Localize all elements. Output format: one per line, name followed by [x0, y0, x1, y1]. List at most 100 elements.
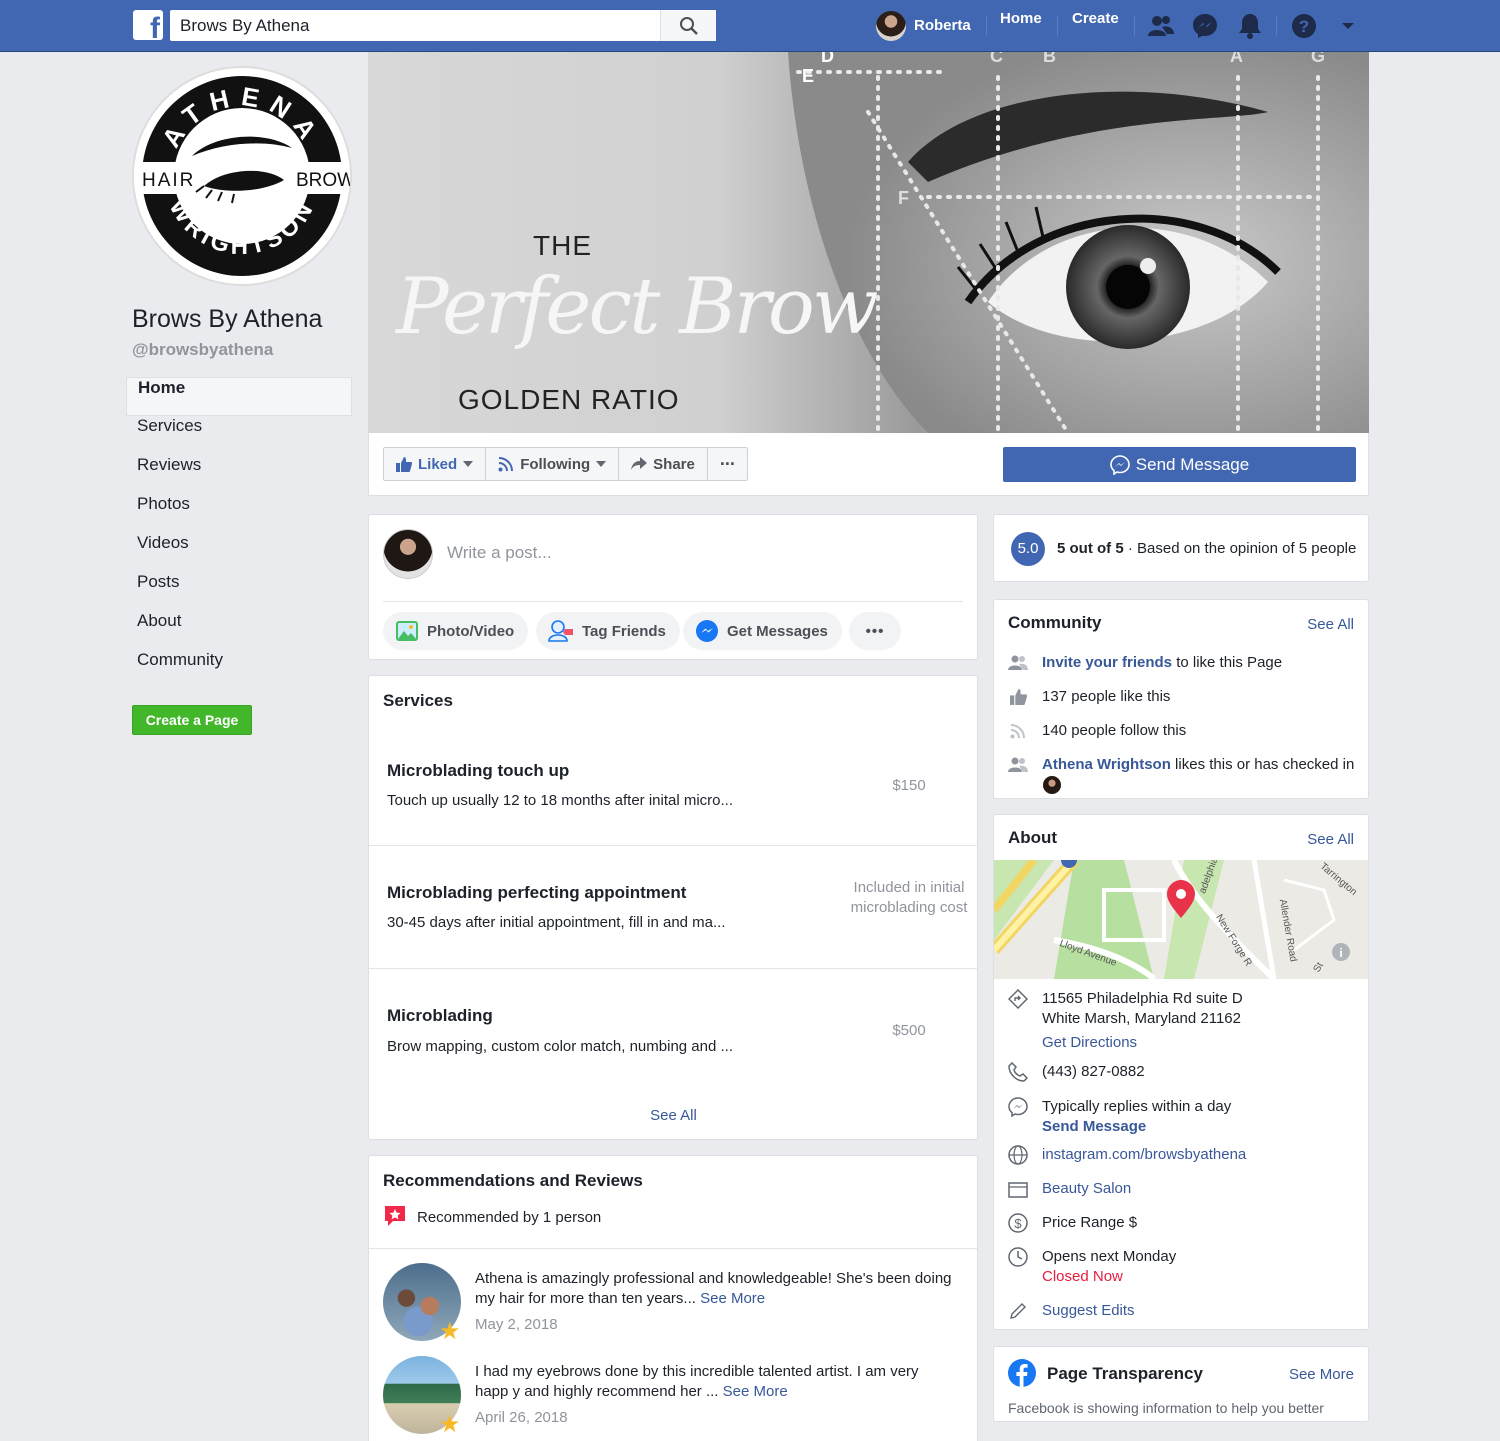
cover-photo[interactable]: THE Perfect Brow GOLDEN RATIO D E C B A … — [368, 52, 1369, 433]
service-description: 30-45 days after initial appointment, fi… — [387, 914, 726, 931]
avatar — [876, 10, 906, 41]
thumbs-up-icon — [396, 456, 412, 472]
suggest-edits-link[interactable]: Suggest Edits — [1042, 1301, 1135, 1321]
cover-script-title: Perfect Brow — [396, 262, 879, 352]
likes-count[interactable]: 137 people like this — [1042, 687, 1170, 707]
suggest-row: Suggest Edits — [1008, 1301, 1135, 1321]
follows-count[interactable]: 140 people follow this — [1042, 721, 1186, 741]
page-action-bar: Liked Following Share ··· Send Message — [368, 433, 1369, 496]
sidebar-item-photos[interactable]: Photos — [126, 494, 352, 533]
create-page-button[interactable]: Create a Page — [132, 705, 252, 735]
reviews-card: Recommendations and Reviews Recommended … — [368, 1155, 978, 1441]
account-menu-caret-icon[interactable] — [1334, 12, 1362, 40]
following-label: Following — [520, 455, 591, 473]
page-name[interactable]: Brows By Athena — [132, 305, 322, 334]
page-profile-picture[interactable]: ATHENA WRIGHTSON HAIR BROW — [132, 66, 355, 286]
sidebar-item-posts[interactable]: Posts — [126, 572, 352, 611]
list-item[interactable]: Microblading touch up Touch up usually 1… — [369, 729, 978, 846]
clock-icon — [1008, 1247, 1028, 1267]
sidebar-item-videos[interactable]: Videos — [126, 533, 352, 572]
friend-activity-text: likes this or has checked in — [1170, 756, 1355, 773]
home-link[interactable]: Home — [1000, 10, 1042, 41]
sidebar-item-community[interactable]: Community — [126, 650, 352, 689]
page-transparency-see-more[interactable]: See More — [1289, 1366, 1354, 1383]
svg-text:$: $ — [1014, 1216, 1022, 1231]
liked-label: Liked — [418, 455, 458, 473]
service-price: Included in initial microblading cost — [850, 879, 968, 916]
pencil-icon — [1008, 1301, 1028, 1321]
composer-more-button[interactable]: ••• — [849, 612, 901, 650]
messenger-icon — [1109, 454, 1130, 475]
thumbs-up-icon — [1008, 687, 1028, 707]
sidebar-item-home[interactable]: Home — [126, 377, 352, 416]
globe-icon — [1008, 1145, 1028, 1165]
review-date[interactable]: May 2, 2018 — [475, 1316, 558, 1333]
facebook-circle-icon — [1008, 1359, 1036, 1387]
star-icon: ★ — [439, 1318, 461, 1345]
community-title[interactable]: Community — [1008, 613, 1102, 633]
send-message-link[interactable]: Send Message — [1042, 1117, 1231, 1137]
address-line-1: 11565 Philadelphia Rd suite D — [1042, 990, 1243, 1007]
send-message-button[interactable]: Send Message — [1003, 447, 1356, 482]
following-button[interactable]: Following — [486, 448, 620, 480]
photo-video-button[interactable]: Photo/Video — [383, 612, 529, 650]
search-input[interactable] — [170, 10, 660, 41]
service-description: Brow mapping, custom color match, numbin… — [387, 1038, 733, 1055]
dollar-icon: $ — [1008, 1213, 1028, 1233]
page-navigation: Home Services Reviews Photos Videos Post… — [126, 377, 352, 689]
rating-card: 5.0 5 out of 5 · Based on the opinion of… — [993, 514, 1369, 582]
sidebar-item-services[interactable]: Services — [126, 416, 352, 455]
hours-row: Opens next Monday Closed Now — [1008, 1247, 1176, 1287]
directions-diamond-icon — [1008, 989, 1028, 1009]
phone-number[interactable]: (443) 827-0882 — [1042, 1062, 1145, 1082]
cover-letter: D — [821, 52, 834, 66]
tag-friends-icon — [548, 620, 573, 642]
page-handle[interactable]: @browsbyathena — [132, 340, 273, 360]
about-see-all-link[interactable]: See All — [1307, 831, 1354, 848]
avatar[interactable] — [1043, 776, 1061, 794]
category-link[interactable]: Beauty Salon — [1042, 1179, 1131, 1199]
top-navigation-bar: f Roberta Home Create ? — [0, 0, 1500, 52]
rss-follow-icon — [1008, 721, 1028, 741]
help-icon[interactable]: ? — [1290, 12, 1318, 40]
divider — [369, 1248, 977, 1249]
review-date[interactable]: April 26, 2018 — [475, 1409, 568, 1426]
see-more-link[interactable]: See More — [700, 1290, 765, 1307]
response-time: Typically replies within a day — [1042, 1098, 1232, 1115]
search-button[interactable] — [660, 10, 716, 41]
cover-heading: THE — [533, 230, 592, 261]
see-more-link[interactable]: See More — [723, 1383, 788, 1400]
sidebar-item-reviews[interactable]: Reviews — [126, 455, 352, 494]
friend-requests-icon[interactable] — [1147, 12, 1175, 40]
share-button[interactable]: Share — [619, 448, 708, 480]
create-link[interactable]: Create — [1072, 10, 1119, 41]
messenger-icon[interactable] — [1191, 12, 1219, 40]
rating-summary[interactable]: 5 out of 5 · Based on the opinion of 5 p… — [1057, 540, 1356, 557]
list-item[interactable]: Microblading Brow mapping, custom color … — [369, 969, 978, 1089]
notifications-bell-icon[interactable] — [1236, 12, 1264, 40]
facebook-logo-icon[interactable]: f — [133, 10, 163, 40]
services-see-all-link[interactable]: See All — [369, 1107, 978, 1124]
list-item[interactable]: Microblading perfecting appointment 30-4… — [369, 846, 978, 969]
rating-basis-text: · Based on the opinion of 5 people — [1123, 540, 1357, 557]
about-title[interactable]: About — [1008, 828, 1057, 848]
get-messages-button[interactable]: Get Messages — [683, 612, 842, 650]
website-link[interactable]: instagram.com/browsbyathena — [1042, 1145, 1246, 1165]
friend-name-link[interactable]: Athena Wrightson — [1042, 756, 1171, 773]
sidebar-item-about[interactable]: About — [126, 611, 352, 650]
write-post-input[interactable]: Write a post... — [447, 543, 552, 563]
location-map[interactable]: i Lloyd Avenue New Forge R Allender Road… — [994, 860, 1368, 979]
invite-friends-link[interactable]: Invite your friends — [1042, 654, 1172, 671]
service-price: $150 — [892, 777, 926, 794]
share-arrow-icon — [631, 457, 648, 470]
price-range: Price Range $ — [1042, 1214, 1138, 1231]
community-see-all-link[interactable]: See All — [1307, 616, 1354, 633]
opening-hours[interactable]: Opens next Monday — [1042, 1247, 1176, 1267]
liked-button[interactable]: Liked — [384, 448, 487, 480]
review-body: I had my eyebrows done by this incredibl… — [475, 1363, 919, 1400]
get-directions-link[interactable]: Get Directions — [1042, 1033, 1243, 1053]
profile-link[interactable]: Roberta — [876, 10, 971, 41]
divider — [1134, 16, 1135, 36]
more-options-button[interactable]: ··· — [708, 448, 747, 480]
tag-friends-button[interactable]: Tag Friends — [536, 612, 680, 650]
